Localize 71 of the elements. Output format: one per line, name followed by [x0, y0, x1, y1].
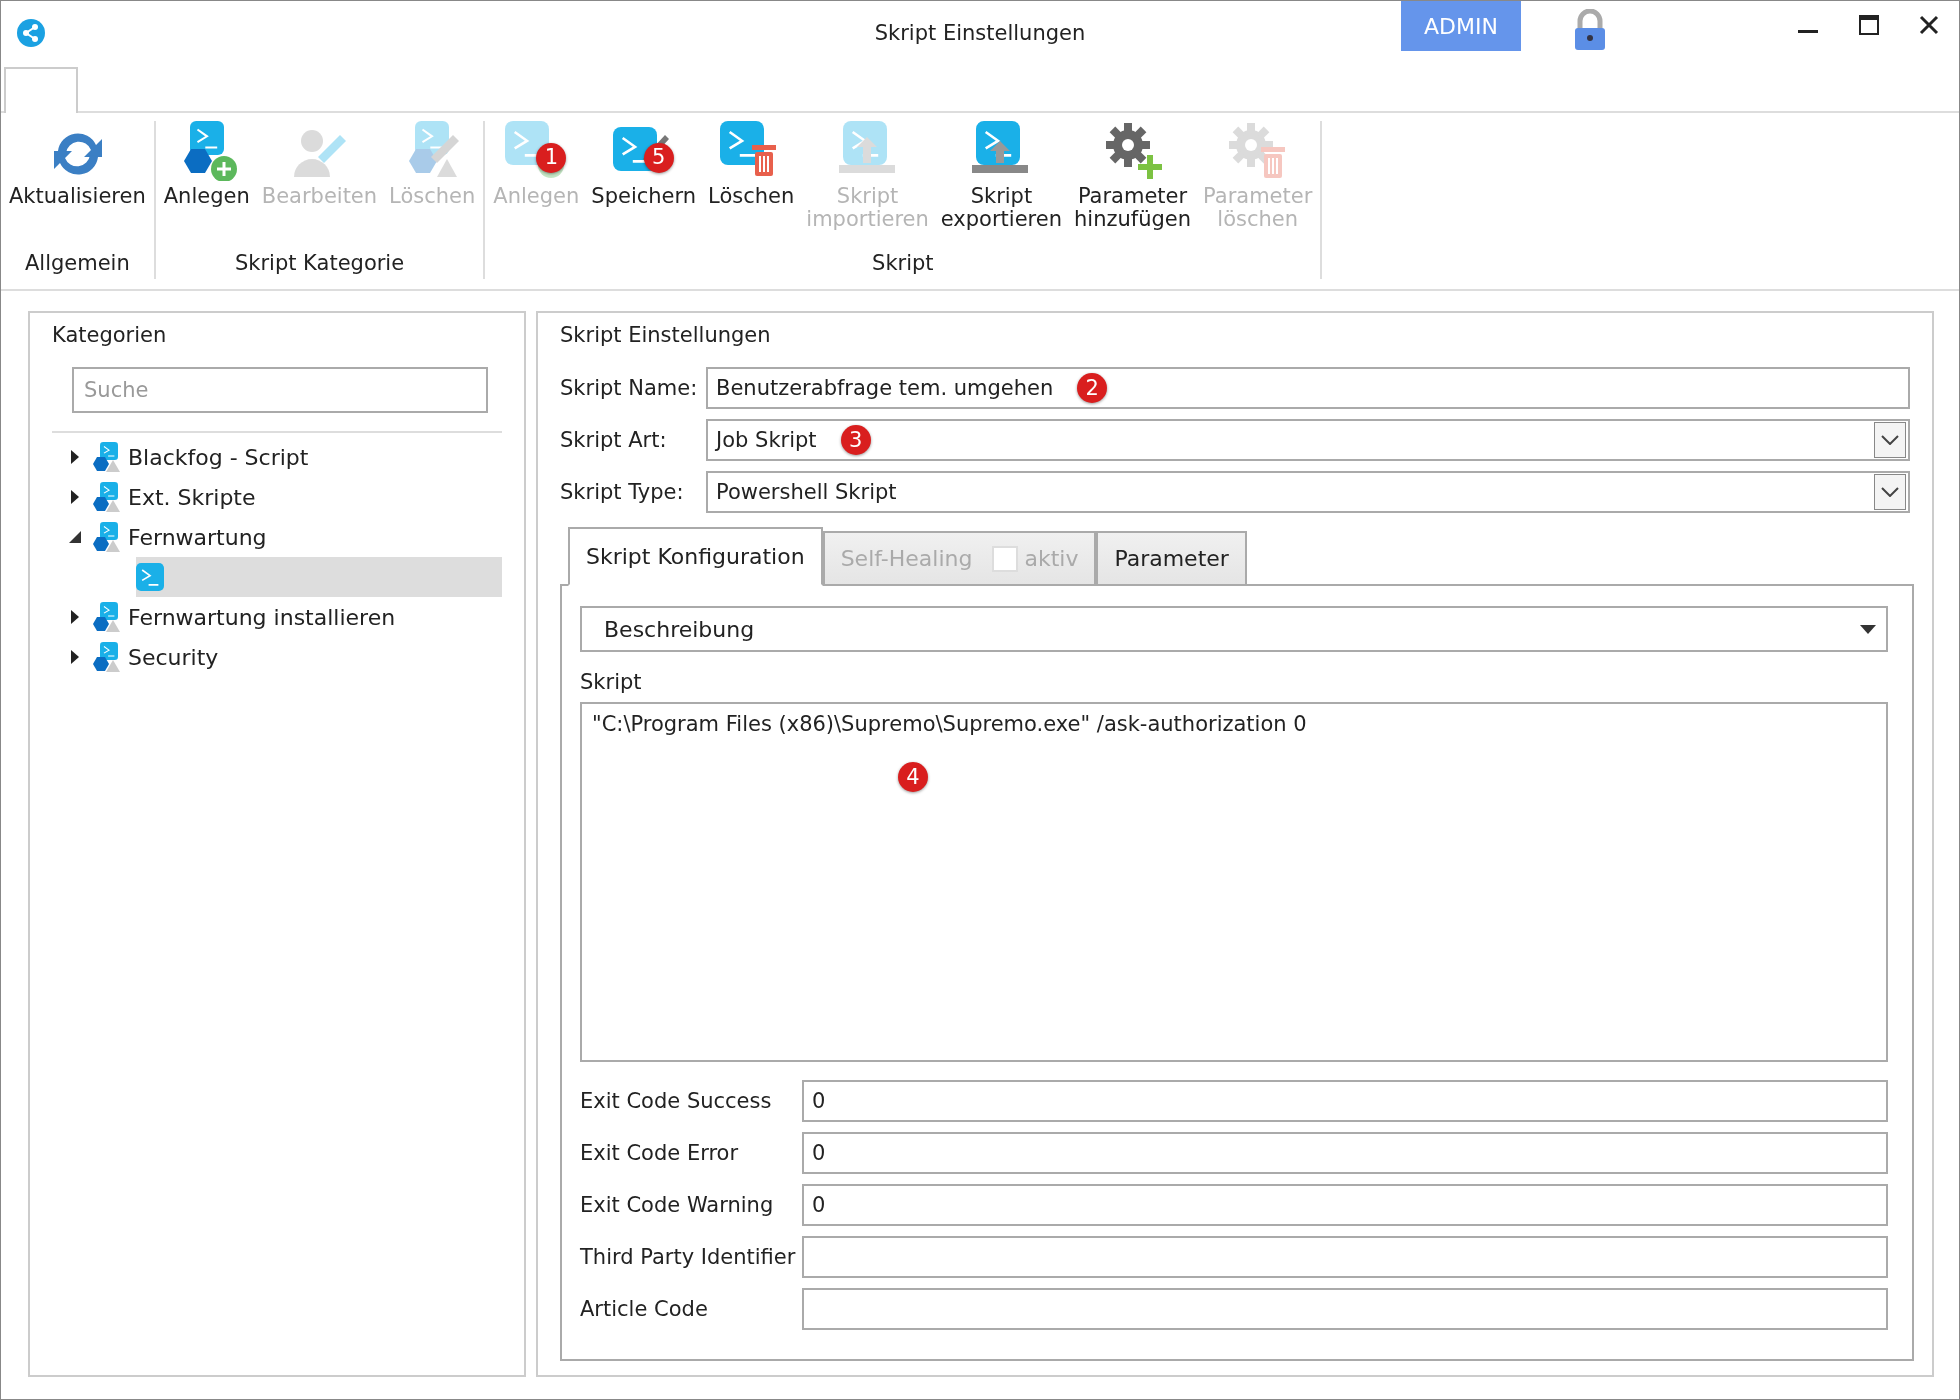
chevron-down-icon — [1881, 435, 1899, 445]
field-label: Exit Code Success — [580, 1089, 773, 1113]
field-label: Skript Type: — [560, 480, 685, 504]
lock-icon[interactable] — [1573, 9, 1607, 51]
field-label: Third Party Identifier — [580, 1245, 797, 1269]
script-category-icon — [92, 642, 120, 672]
collapse-arrow-icon[interactable] — [69, 530, 81, 544]
script-category-icon — [92, 522, 120, 552]
tree-label: Security — [128, 644, 219, 670]
expand-arrow-icon[interactable] — [69, 650, 81, 664]
ribbon-button[interactable]: Aktualisieren — [3, 121, 152, 251]
text-field[interactable]: Benutzerabfrage tem. umgehen 2 — [706, 367, 1910, 409]
dropdown-field[interactable]: Job Skript 3 — [706, 419, 1910, 461]
dropdown-field[interactable]: Powershell Skript — [706, 471, 1910, 513]
text-field[interactable]: 0 — [802, 1184, 1888, 1226]
text-field[interactable] — [802, 1288, 1888, 1330]
maximize-icon[interactable] — [1859, 15, 1879, 35]
field-label: Exit Code Warning — [580, 1193, 775, 1217]
group-label: Allgemein — [24, 251, 130, 277]
field-label: Article Code — [580, 1297, 709, 1321]
search-field[interactable]: Suche — [72, 367, 488, 413]
tree-label: Blackfog - Script — [128, 444, 309, 470]
group-label: Skript Kategorie — [234, 251, 405, 277]
tab[interactable]: Parameter — [1096, 531, 1247, 586]
callout-badge: 2 — [1077, 373, 1108, 403]
ribbon-button[interactable]: Anlegen — [157, 121, 256, 251]
user-badge: ADMIN — [1401, 1, 1521, 51]
panel-title: Kategorien — [51, 322, 168, 349]
checkbox-label: aktiv — [1024, 546, 1079, 571]
script-icon — [136, 563, 164, 591]
field-label: Skript Art: — [560, 428, 668, 452]
tree-item[interactable]: Fernwartung — [66, 517, 502, 557]
dropdown-arrow-icon — [1860, 624, 1876, 634]
ribbon-button[interactable]: Skript exportieren — [934, 121, 1068, 251]
close-icon[interactable] — [1919, 15, 1939, 35]
ribbon-button[interactable]: Speichern 5 — [585, 121, 703, 251]
script-editor[interactable]: "C:\Program Files (x86)\Supremo\Supremo.exe" /ask-authorization 0 4 — [580, 702, 1888, 1062]
section-dropdown[interactable]: Beschreibung — [580, 606, 1888, 652]
callout-badge: 3 — [840, 425, 871, 455]
tree-label: Fernwartung installieren — [128, 604, 396, 630]
tree-item[interactable]: Blackfog - Script — [66, 437, 502, 477]
callout-badge: 4 — [898, 762, 928, 792]
script-category-icon — [92, 482, 120, 512]
field-label: Skript — [580, 670, 643, 694]
expand-arrow-icon[interactable] — [69, 490, 81, 504]
window-title: Skript Einstellungen — [874, 21, 1086, 45]
field-label: Exit Code Error — [580, 1141, 740, 1165]
field-label: Skript Name: — [560, 376, 699, 400]
dropdown-button[interactable] — [1874, 474, 1906, 510]
tree-item[interactable]: Fernwartung installieren — [66, 597, 502, 637]
text-field[interactable]: 0 — [802, 1132, 1888, 1174]
tree-label: Ext. Skripte — [128, 484, 256, 510]
text-field[interactable]: 0 — [802, 1080, 1888, 1122]
tree-item[interactable]: Ext. Skripte — [66, 477, 502, 517]
tree-label: Fernwartung — [128, 524, 267, 550]
ribbon-button[interactable]: Löschen — [702, 121, 801, 251]
tab[interactable]: Skript Konfiguration — [568, 527, 823, 586]
group-label: Skript — [872, 251, 934, 277]
text-field[interactable] — [802, 1236, 1888, 1278]
expand-arrow-icon[interactable] — [69, 450, 81, 464]
chevron-down-icon — [1881, 487, 1899, 497]
dropdown-button[interactable] — [1874, 422, 1906, 458]
ribbon-button[interactable]: Parameter hinzufügen — [1068, 121, 1198, 251]
script-category-icon — [92, 442, 120, 472]
script-category-icon — [92, 602, 120, 632]
share-icon — [17, 19, 45, 47]
expand-arrow-icon[interactable] — [69, 610, 81, 624]
tree-item[interactable]: Security — [66, 637, 502, 677]
callout-badge: 1 — [536, 143, 567, 173]
script-text: "C:\Program Files (x86)\Supremo\Supremo.exe" /ask-authorization 0 — [592, 712, 1307, 736]
panel-title: Skript Einstellungen — [559, 322, 772, 349]
